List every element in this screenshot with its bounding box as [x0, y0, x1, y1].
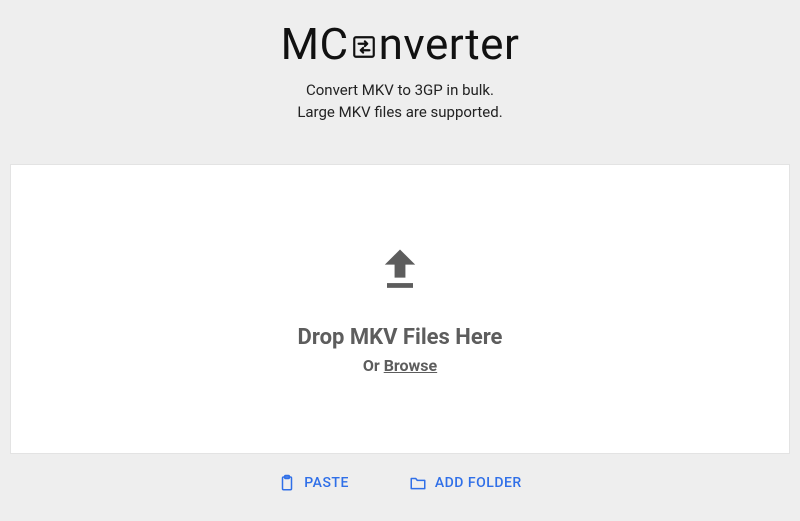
- dropzone-or-text: Or: [363, 356, 384, 375]
- browse-link[interactable]: Browse: [384, 356, 437, 375]
- logo-text-suffix: nverter: [379, 22, 520, 66]
- clipboard-icon: [278, 474, 296, 492]
- dropzone-subtitle: Or Browse: [363, 356, 437, 375]
- action-bar: PASTE ADD FOLDER: [272, 470, 527, 496]
- tagline-line-2: Large MKV files are supported.: [297, 102, 502, 124]
- logo-text-prefix: MC: [281, 22, 349, 66]
- swap-icon: [351, 34, 377, 60]
- paste-button[interactable]: PASTE: [272, 470, 355, 496]
- page-root: MC nverter Convert MKV to 3GP in bulk. L…: [0, 0, 800, 521]
- tagline: Convert MKV to 3GP in bulk. Large MKV fi…: [297, 80, 502, 124]
- add-folder-button[interactable]: ADD FOLDER: [403, 470, 528, 496]
- folder-icon: [409, 474, 427, 492]
- tagline-line-1: Convert MKV to 3GP in bulk.: [297, 80, 502, 102]
- add-folder-button-label: ADD FOLDER: [435, 475, 522, 491]
- file-dropzone[interactable]: Drop MKV Files Here Or Browse: [10, 164, 790, 454]
- app-logo: MC nverter: [281, 22, 520, 66]
- dropzone-title: Drop MKV Files Here: [298, 325, 503, 350]
- paste-button-label: PASTE: [304, 475, 349, 491]
- upload-icon: [374, 243, 426, 299]
